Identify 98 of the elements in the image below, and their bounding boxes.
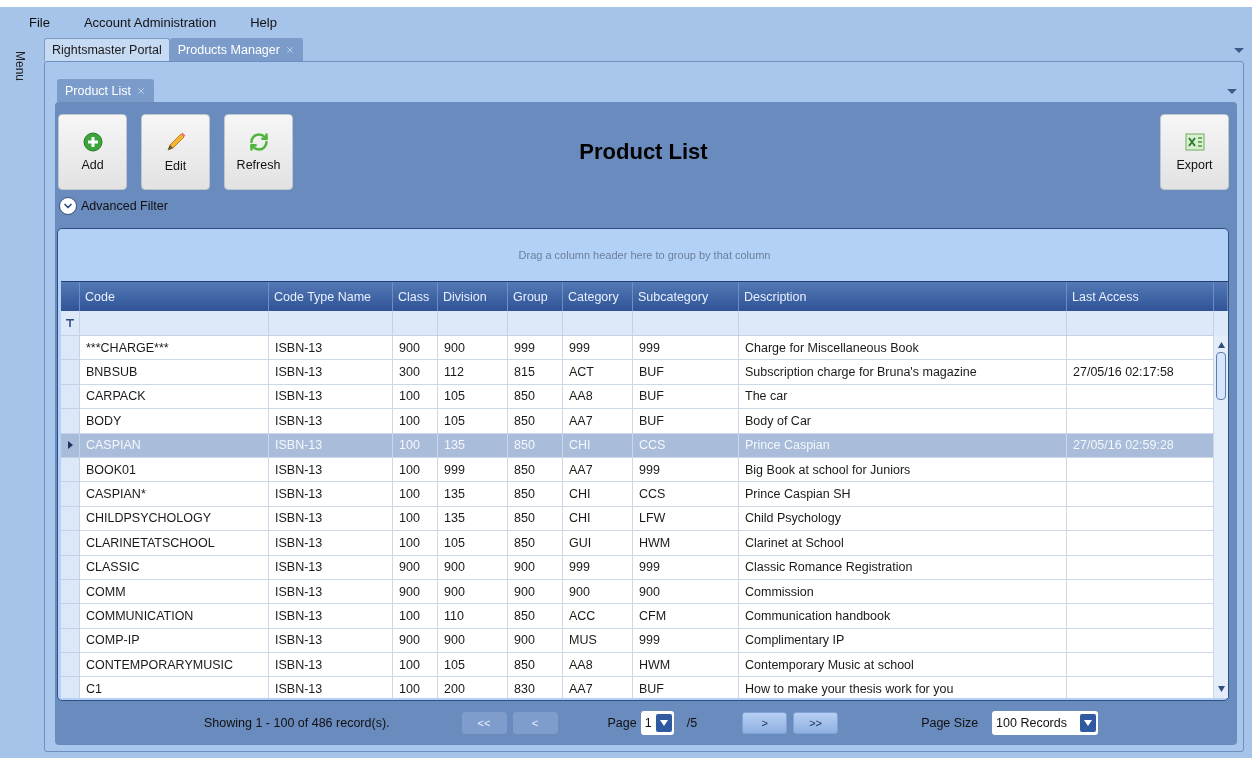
table-row[interactable]: CASPIAN* ISBN-13 100 135 850 CHI CCS Prince Caspian SH [61,482,1214,507]
table-cell: 850 [508,482,563,507]
page-title: Product List [579,139,708,165]
table-cell: Classic Romance Registration [739,555,1067,580]
table-cell: AA7 [563,409,633,434]
table-cell: CCS [633,482,739,507]
table-cell: GUI [563,531,633,556]
table-cell: ISBN-13 [269,360,393,385]
table-cell: ISBN-13 [269,433,393,458]
table-cell: How to make your thesis work for you [739,677,1067,698]
menu-item[interactable]: Help [250,14,277,30]
table-cell: 850 [508,433,563,458]
pager-button[interactable]: >> [793,712,839,734]
table-cell: 100 [393,677,438,698]
table-row[interactable]: CHILDPSYCHOLOGY ISBN-13 100 135 850 CHI LFW Child Psychology [61,506,1214,532]
group-hint: Drag a column header here to group by that column [518,249,771,261]
table-cell: ISBN-13 [269,482,393,507]
table-row[interactable]: COMMUNICATION ISBN-13 100 110 850 ACC CFM Communication handbook [61,604,1214,629]
toolbar-button[interactable]: Refresh [224,114,293,190]
table-cell: 815 [508,360,563,385]
table-cell: ISBN-13 [269,604,393,629]
tab[interactable]: Rightsmaster Portal [44,38,170,61]
table-row[interactable]: CLASSIC ISBN-13 900 900 900 999 999 Classic Romance Registration [61,555,1214,580]
table-cell: COMMUNICATION [80,604,269,629]
record-count: Showing 1 - 100 of 486 record(s). [204,716,390,730]
table-cell: ISBN-13 [269,555,393,580]
table-cell: HWM [633,531,739,556]
table-cell: 850 [508,604,563,629]
table-row[interactable]: BOOK01 ISBN-13 100 999 850 AA7 999 Big Book at school for Juniors [61,457,1214,483]
page-select[interactable]: 1 [640,711,674,735]
table-cell: 100 [393,482,438,507]
table-row[interactable]: BNBSUB ISBN-13 300 112 815 ACT BUF Subscription charge for Bruna's magazine 27/05/16 02:17:58 [61,360,1214,385]
table-cell: 135 [438,482,508,507]
table-cell: Communication handbook [739,604,1067,629]
table-cell: BUF [633,409,739,434]
table-cell: 100 [393,604,438,629]
table-cell: 900 [438,555,508,580]
table-cell: 100 [393,409,438,434]
table-cell: 850 [508,531,563,556]
table-cell: 900 [508,555,563,580]
page-size-label: Page Size [921,716,979,730]
table-cell: Prince Caspian SH [739,482,1067,507]
table-cell: 999 [633,555,739,580]
table-cell: CCS [633,433,739,458]
menu-item[interactable]: Account Administration [83,14,217,30]
table-cell: ACT [563,360,633,385]
page-size-select[interactable]: 100 Records [992,711,1099,735]
table-row[interactable]: C1 ISBN-13 100 200 830 AA7 BUF How to make your thesis work for you [61,677,1214,698]
side-menu-tab[interactable]: Menu [13,51,27,82]
table-row[interactable]: CONTEMPORARYMUSIC ISBN-13 100 105 850 AA8 HWM Contemporary Music at school [61,653,1214,678]
table-cell: CASPIAN [80,433,269,458]
table-cell: 999 [563,555,633,580]
table-cell: 830 [508,677,563,698]
table-cell: 900 [393,555,438,580]
table-cell: Prince Caspian [739,433,1067,458]
table-cell: BODY [80,409,269,434]
toolbar-button[interactable]: Edit [141,114,210,190]
table-cell: Clarinet at School [739,531,1067,556]
table-cell: CHI [563,482,633,507]
table-row[interactable]: COMM ISBN-13 900 900 900 900 900 Commission [61,579,1214,605]
page-total: /5 [686,716,698,730]
table-row[interactable]: CARPACK ISBN-13 100 105 850 AA8 BUF The car [61,384,1214,410]
table-cell: 850 [508,409,563,434]
table-cell: 100 [393,531,438,556]
menu-item[interactable]: File [29,14,50,30]
table-cell: 100 [393,433,438,458]
table-cell: 200 [438,677,508,698]
table-cell: C1 [80,677,269,698]
toolbar-button[interactable]: Add [58,114,127,190]
table-cell: 110 [438,604,508,629]
advanced-filter-toggle[interactable]: Advanced Filter [57,193,168,219]
table-cell: ISBN-13 [269,409,393,434]
table-cell: 105 [438,531,508,556]
table-cell: ACC [563,604,633,629]
table-cell: BNBSUB [80,360,269,385]
table-row[interactable]: BODY ISBN-13 100 105 850 AA7 BUF Body of Car [61,409,1214,434]
table-cell: CLARINETATSCHOOL [80,531,269,556]
table-cell: Subscription charge for Bruna's magazine [739,360,1067,385]
table-row[interactable]: CLARINETATSCHOOL ISBN-13 100 105 850 GUI HWM Clarinet at School [61,531,1214,556]
table-cell: 300 [393,360,438,385]
table-cell: CHI [563,433,633,458]
table-cell: CASPIAN* [80,482,269,507]
pager-button[interactable]: > [742,712,788,734]
table-cell: 135 [438,433,508,458]
table-cell: ISBN-13 [269,531,393,556]
table-cell: CFM [633,604,739,629]
page-label: Page [607,716,637,730]
table-cell: AA7 [563,677,633,698]
table-cell: 105 [438,409,508,434]
export-button[interactable]: Export [1160,114,1229,190]
table-cell: CLASSIC [80,555,269,580]
table-cell: BUF [633,677,739,698]
table-cell: ISBN-13 [269,677,393,698]
table-row[interactable]: COMP-IP ISBN-13 900 900 900 MUS 999 Complimentary IP [61,628,1214,654]
table-cell: Body of Car [739,409,1067,434]
table-cell: BUF [633,360,739,385]
table-row[interactable]: ***CHARGE*** ISBN-13 900 900 999 999 999 Charge for Miscellaneous Book [61,336,1214,361]
table-cell: 112 [438,360,508,385]
